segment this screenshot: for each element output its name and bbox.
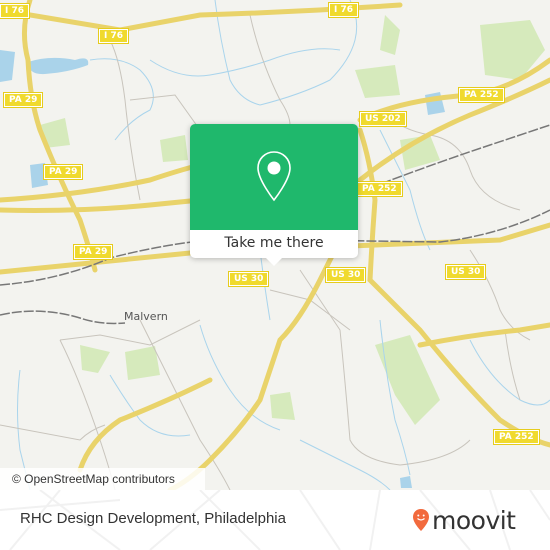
footer-bar: RHC Design Development, Philadelphia moo…: [0, 490, 550, 550]
park-area: [160, 135, 188, 162]
railway-line: [369, 124, 550, 189]
map-attribution[interactable]: © OpenStreetMap contributors: [0, 468, 205, 490]
minor-road: [59, 319, 201, 346]
park-area: [355, 65, 400, 98]
lake: [28, 57, 89, 75]
road-shield: PA 252: [356, 181, 403, 197]
road-shield: PA 29: [42, 164, 84, 180]
minor-road: [109, 39, 141, 201]
map-pin-icon: [257, 151, 291, 202]
moovit-pin-icon: [413, 509, 429, 531]
minor-road: [129, 94, 201, 131]
road-shield: US 30: [227, 271, 270, 287]
railway-line: [0, 310, 126, 325]
popup-header: [190, 124, 358, 230]
minor-road: [469, 249, 531, 341]
moovit-logo-text: moovit: [432, 505, 516, 535]
road-shield: US 202: [359, 111, 407, 127]
road-shield: US 30: [324, 267, 367, 283]
road-shield: I 76: [327, 2, 360, 18]
road-shield: US 30: [444, 264, 487, 280]
stream: [299, 439, 391, 490]
place-label-malvern: Malvern: [124, 310, 168, 323]
park-area: [380, 15, 400, 55]
road-shield: PA 29: [72, 244, 114, 260]
highway-us202: [0, 162, 203, 203]
highway-pa252-south: [357, 127, 550, 448]
stream: [469, 339, 550, 406]
park-area: [125, 346, 160, 380]
moovit-logo[interactable]: moovit: [412, 504, 516, 536]
park-area: [270, 392, 295, 420]
stream: [149, 48, 341, 77]
minor-road: [0, 424, 106, 441]
minor-road: [249, 14, 291, 126]
highway-us202-lane: [0, 197, 203, 213]
map-canvas[interactable]: I 76 I 76 I 76 PA 29 PA 29 PA 29 US 202 …: [0, 0, 550, 490]
place-title: RHC Design Development, Philadelphia: [20, 510, 286, 527]
road-secondary: [417, 322, 550, 348]
road-shield: PA 29: [2, 92, 44, 108]
lake: [0, 50, 15, 82]
road-shield: PA 252: [458, 87, 505, 103]
road-shield: PA 252: [493, 429, 540, 445]
park-area: [80, 345, 110, 373]
minor-road: [504, 329, 521, 401]
stream: [89, 58, 154, 141]
location-popup: Take me there: [190, 124, 358, 266]
popup-pointer: [266, 258, 282, 266]
take-me-there-button[interactable]: Take me there: [190, 230, 358, 258]
park-area: [375, 335, 440, 425]
road-shield: I 76: [97, 28, 130, 44]
lake: [400, 476, 412, 488]
road-shield: I 76: [0, 3, 31, 19]
